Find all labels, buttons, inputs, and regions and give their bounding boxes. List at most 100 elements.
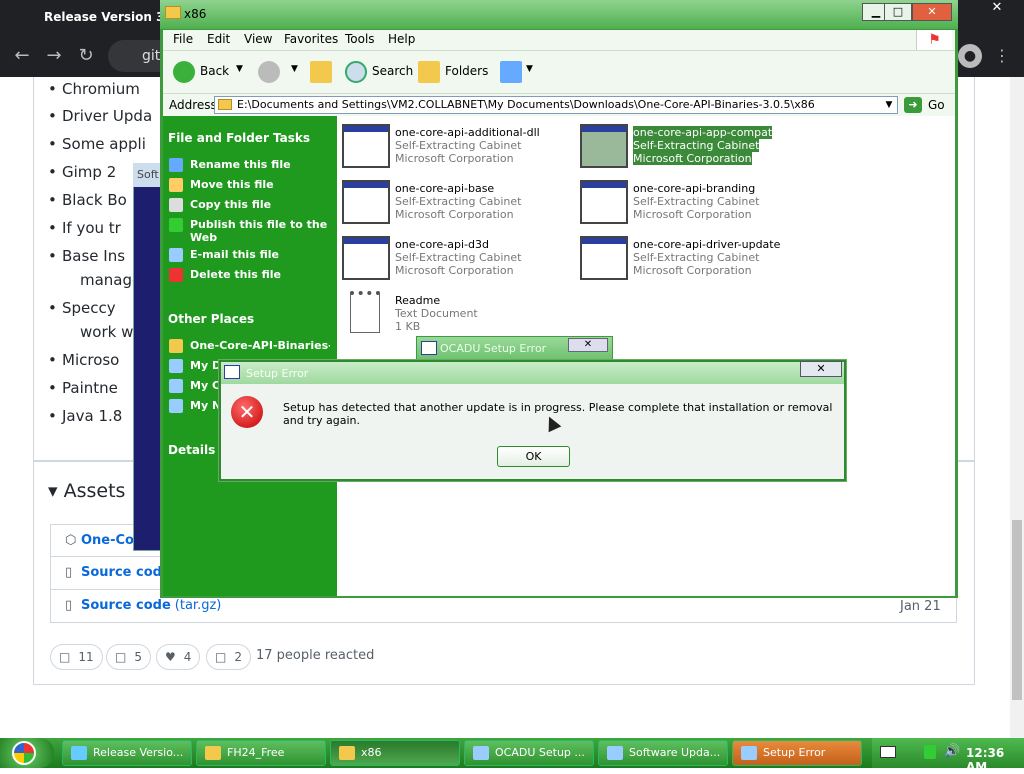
- asset-link[interactable]: Source code: [81, 598, 171, 613]
- windows-start-icon[interactable]: [12, 741, 36, 765]
- reaction-button[interactable]: ♥ 4: [156, 644, 201, 670]
- task-item[interactable]: Delete this file: [190, 268, 330, 281]
- browser-close-icon[interactable]: ✕: [970, 0, 1024, 16]
- folders-icon[interactable]: [418, 61, 440, 83]
- menu-view[interactable]: View: [244, 32, 272, 46]
- profile-avatar-icon[interactable]: ●: [958, 44, 982, 68]
- back-icon[interactable]: [173, 61, 195, 83]
- reaction-button[interactable]: □ 2: [206, 644, 251, 670]
- text-document-icon[interactable]: [350, 291, 380, 333]
- back-arrow-icon[interactable]: ←: [10, 44, 34, 68]
- taskbar-app-icon: [741, 746, 757, 760]
- cabinet-file-icon[interactable]: [580, 124, 628, 168]
- taskbar-app-icon: [71, 746, 87, 760]
- task-item[interactable]: Publish this file to the Web: [190, 218, 330, 244]
- taskbar-item-label: Software Upda...: [629, 746, 721, 759]
- back-button[interactable]: Back: [200, 64, 229, 78]
- reaction-button[interactable]: □ 11: [50, 644, 103, 670]
- keyboard-icon[interactable]: [880, 746, 896, 758]
- taskbar-item[interactable]: FH24_Free: [196, 740, 326, 766]
- cabinet-file-icon[interactable]: [342, 180, 390, 224]
- cabinet-file-icon[interactable]: [580, 180, 628, 224]
- assets-heading[interactable]: ▾ Assets: [48, 480, 125, 502]
- update-tray-icon[interactable]: [924, 745, 936, 759]
- task-item[interactable]: Copy this file: [190, 198, 330, 211]
- file-name[interactable]: one-core-api-additional-dll: [395, 126, 540, 139]
- task-icon: [169, 178, 183, 192]
- file-folder-tasks-header[interactable]: File and Folder Tasks: [168, 131, 310, 145]
- ocadu-window-icon: [421, 341, 437, 355]
- forward-icon[interactable]: [258, 61, 280, 83]
- file-name[interactable]: one-core-api-d3d: [395, 238, 489, 251]
- taskbar-app-icon: [205, 746, 221, 760]
- browser-menu-icon[interactable]: ⋮: [992, 44, 1012, 68]
- scrollbar-thumb[interactable]: [1012, 520, 1022, 700]
- place-icon: [169, 339, 183, 353]
- maximize-button[interactable]: □: [884, 3, 912, 21]
- go-button[interactable]: Go: [904, 96, 952, 114]
- task-item[interactable]: E-mail this file: [190, 248, 330, 261]
- list-item: Base Ins: [48, 247, 125, 265]
- menu-favorites[interactable]: Favorites: [284, 32, 338, 46]
- up-folder-icon[interactable]: [310, 61, 332, 83]
- back-dropdown-icon[interactable]: ▼: [236, 64, 243, 74]
- cabinet-file-icon[interactable]: [580, 236, 628, 280]
- reload-icon[interactable]: ↻: [74, 44, 98, 68]
- cabinet-file-icon[interactable]: [342, 236, 390, 280]
- taskbar-item[interactable]: x86: [330, 740, 460, 766]
- volume-icon[interactable]: 🔊: [944, 744, 960, 759]
- file-name[interactable]: Readme: [395, 294, 440, 307]
- explorer-title-bar[interactable]: [160, 0, 958, 30]
- ok-button[interactable]: OK: [497, 446, 570, 467]
- task-item[interactable]: Move this file: [190, 178, 330, 191]
- address-label: Address: [169, 98, 217, 112]
- taskbar-app-icon: [607, 746, 623, 760]
- error-icon: ✕: [231, 396, 263, 428]
- task-item[interactable]: Rename this file: [190, 158, 330, 171]
- file-company: Microsoft Corporation: [633, 152, 752, 165]
- reaction-icon: ♥: [165, 650, 176, 664]
- reaction-button[interactable]: □ 5: [106, 644, 151, 670]
- forward-arrow-icon[interactable]: →: [42, 44, 66, 68]
- place-icon: [169, 379, 183, 393]
- menu-help[interactable]: Help: [388, 32, 415, 46]
- place-item[interactable]: One-Core-API-Binaries-3.(: [190, 339, 330, 352]
- asset-link[interactable]: One-Co: [81, 533, 134, 548]
- file-name[interactable]: one-core-api-driver-update: [633, 238, 780, 251]
- taskbar-item[interactable]: Release Versio...: [62, 740, 192, 766]
- task-icon: [169, 198, 183, 212]
- file-company: Microsoft Corporation: [395, 152, 514, 165]
- taskbar-item-label: OCADU Setup ...: [495, 746, 585, 759]
- views-icon[interactable]: [500, 61, 522, 83]
- menu-file[interactable]: File: [173, 32, 193, 46]
- explorer-close-button[interactable]: ✕: [912, 3, 952, 21]
- views-dropdown-icon[interactable]: ▼: [526, 64, 533, 74]
- address-input[interactable]: E:\Documents and Settings\VM2.COLLABNET\…: [214, 96, 898, 114]
- reaction-count: 11: [78, 650, 94, 664]
- cabinet-file-icon[interactable]: [342, 124, 390, 168]
- dialog-close-button[interactable]: ✕: [800, 361, 842, 377]
- asset-link[interactable]: Source cod: [81, 565, 162, 580]
- menu-tools[interactable]: Tools: [345, 32, 375, 46]
- clock[interactable]: 12:36 AM: [966, 746, 1024, 774]
- dialog-title-bar[interactable]: [221, 362, 844, 384]
- address-dropdown-icon[interactable]: ▼: [882, 97, 896, 113]
- other-places-header[interactable]: Other Places: [168, 312, 254, 326]
- search-button[interactable]: Search: [372, 64, 413, 78]
- taskbar-item[interactable]: OCADU Setup ...: [464, 740, 594, 766]
- taskbar-item[interactable]: Software Upda...: [598, 740, 728, 766]
- file-name[interactable]: one-core-api-base: [395, 182, 494, 195]
- url-text: git: [142, 48, 161, 64]
- ocadu-close-button[interactable]: ✕: [568, 338, 608, 352]
- url-bar[interactable]: git: [108, 40, 168, 72]
- search-icon[interactable]: [345, 61, 367, 83]
- forward-dropdown-icon[interactable]: ▼: [291, 64, 298, 74]
- taskbar-item[interactable]: Setup Error: [732, 740, 862, 766]
- folders-button[interactable]: Folders: [445, 64, 488, 78]
- file-name[interactable]: one-core-api-branding: [633, 182, 755, 195]
- browser-tab[interactable]: Release Version 3.0.5 -: [30, 4, 165, 30]
- asset-file-icon: ▯: [65, 598, 73, 613]
- file-name[interactable]: one-core-api-app-compat: [633, 126, 773, 139]
- menu-edit[interactable]: Edit: [207, 32, 230, 46]
- details-header[interactable]: Details: [168, 443, 215, 457]
